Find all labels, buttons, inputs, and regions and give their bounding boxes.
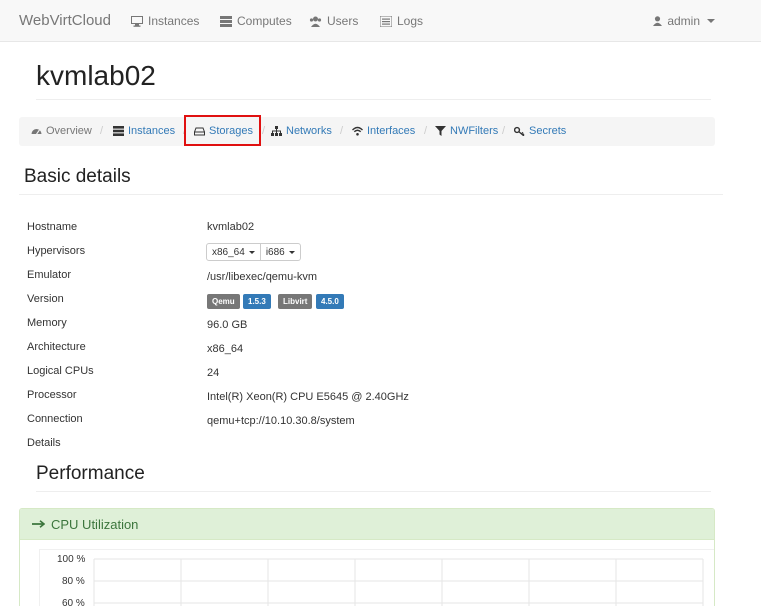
version-label: Version (27, 293, 64, 305)
tab-nwfilters[interactable]: NWFilters (435, 125, 498, 137)
architecture-label: Architecture (27, 341, 86, 353)
cpu-utilization-header: CPU Utilization (20, 509, 714, 540)
nav-users-label: Users (327, 14, 359, 28)
basic-details-divider (19, 194, 723, 195)
breadcrumb-separator: / (100, 125, 104, 137)
key-icon (514, 126, 525, 136)
emulator-label: Emulator (27, 269, 72, 281)
tab-interfaces[interactable]: Interfaces (352, 125, 415, 137)
storages-highlight-box (184, 115, 261, 146)
breadcrumb-separator: / (340, 125, 344, 137)
hostname-value: kvmlab02 (207, 221, 255, 233)
cpu-chart-grid (93, 558, 704, 606)
chevron-down-icon (288, 250, 295, 254)
sitemap-icon (271, 126, 282, 136)
hypervisors-label: Hypervisors (27, 245, 86, 257)
processor-value: Intel(R) Xeon(R) CPU E5645 @ 2.40GHz (207, 391, 409, 403)
qemu-version-badge: 1.5.3 (243, 294, 271, 309)
host-tabs: Overview / Instances / Storages / Networ… (19, 117, 715, 146)
performance-heading: Performance (36, 463, 145, 484)
nav-logs-label: Logs (397, 14, 424, 28)
list-icon (380, 15, 392, 27)
memory-label: Memory (27, 317, 67, 329)
emulator-value: /usr/libexec/qemu-kvm (207, 271, 318, 283)
performance-divider (36, 491, 711, 492)
tab-instances-label: Instances (128, 125, 176, 137)
connection-label: Connection (27, 413, 83, 425)
hypervisor-i686-button[interactable]: i686 (259, 243, 301, 261)
breadcrumb-separator: / (502, 125, 506, 137)
details-label: Details (27, 437, 61, 449)
user-menu[interactable]: admin (653, 14, 715, 28)
tab-overview-label: Overview (46, 125, 92, 137)
server-icon (113, 126, 124, 136)
architecture-value: x86_64 (207, 343, 244, 355)
nav-users[interactable]: Users (309, 14, 358, 28)
breadcrumb-separator: / (424, 125, 428, 137)
hypervisors-button-group: x86_64 i686 (206, 243, 301, 261)
hypervisor-x86-64-button[interactable]: x86_64 (206, 243, 261, 261)
logical-cpus-value: 24 (207, 367, 220, 379)
tab-instances[interactable]: Instances (113, 125, 175, 137)
nav-computes-label: Computes (237, 14, 292, 28)
processor-label: Processor (27, 389, 77, 401)
user-icon (653, 16, 663, 26)
hypervisor-i686-label: i686 (265, 246, 285, 258)
tab-nwfilters-label: NWFilters (450, 125, 499, 137)
cpu-utilization-title: CPU Utilization (51, 516, 139, 532)
nav-instances[interactable]: Instances (131, 14, 199, 28)
breadcrumb-separator: / (262, 125, 266, 137)
hostname-label: Hostname (27, 221, 78, 233)
title-divider (36, 99, 711, 100)
libvirt-label-badge: Libvirt (278, 294, 313, 309)
qemu-label-badge: Qemu (207, 294, 240, 309)
cpu-chart-area: 100 % 80 % 60 % (39, 549, 714, 606)
logical-cpus-label: Logical CPUs (27, 365, 94, 377)
nav-logs[interactable]: Logs (380, 14, 423, 28)
basic-details-heading: Basic details (24, 166, 131, 187)
hypervisor-x86-64-label: x86_64 (212, 246, 245, 258)
chevron-down-icon (707, 19, 715, 23)
arrow-right-icon (32, 520, 45, 528)
nav-computes[interactable]: Computes (220, 14, 292, 28)
filter-icon (435, 126, 446, 136)
users-icon (309, 16, 322, 27)
server-icon (220, 15, 232, 27)
tab-interfaces-label: Interfaces (367, 125, 416, 137)
wifi-icon (352, 126, 363, 136)
connection-value: qemu+tcp://10.10.30.8/system (207, 415, 355, 427)
dashboard-icon (31, 129, 42, 135)
memory-value: 96.0 GB (207, 319, 248, 331)
tab-networks[interactable]: Networks (271, 125, 332, 137)
desktop-icon (131, 15, 143, 27)
tab-secrets-label: Secrets (529, 125, 567, 137)
user-name: admin (667, 14, 700, 28)
top-navbar: WebVirtCloud Instances Computes Users Lo… (0, 0, 761, 42)
page-title: kvmlab02 (36, 60, 156, 91)
tab-overview[interactable]: Overview (31, 125, 92, 137)
libvirt-version-badge: 4.5.0 (316, 294, 344, 309)
brand-link[interactable]: WebVirtCloud (19, 12, 111, 29)
cpu-utilization-panel: CPU Utilization 100 % 80 % 60 % (19, 508, 715, 606)
chevron-down-icon (248, 250, 255, 254)
nav-instances-label: Instances (148, 14, 200, 28)
tab-networks-label: Networks (286, 125, 332, 137)
tab-secrets[interactable]: Secrets (514, 125, 566, 137)
